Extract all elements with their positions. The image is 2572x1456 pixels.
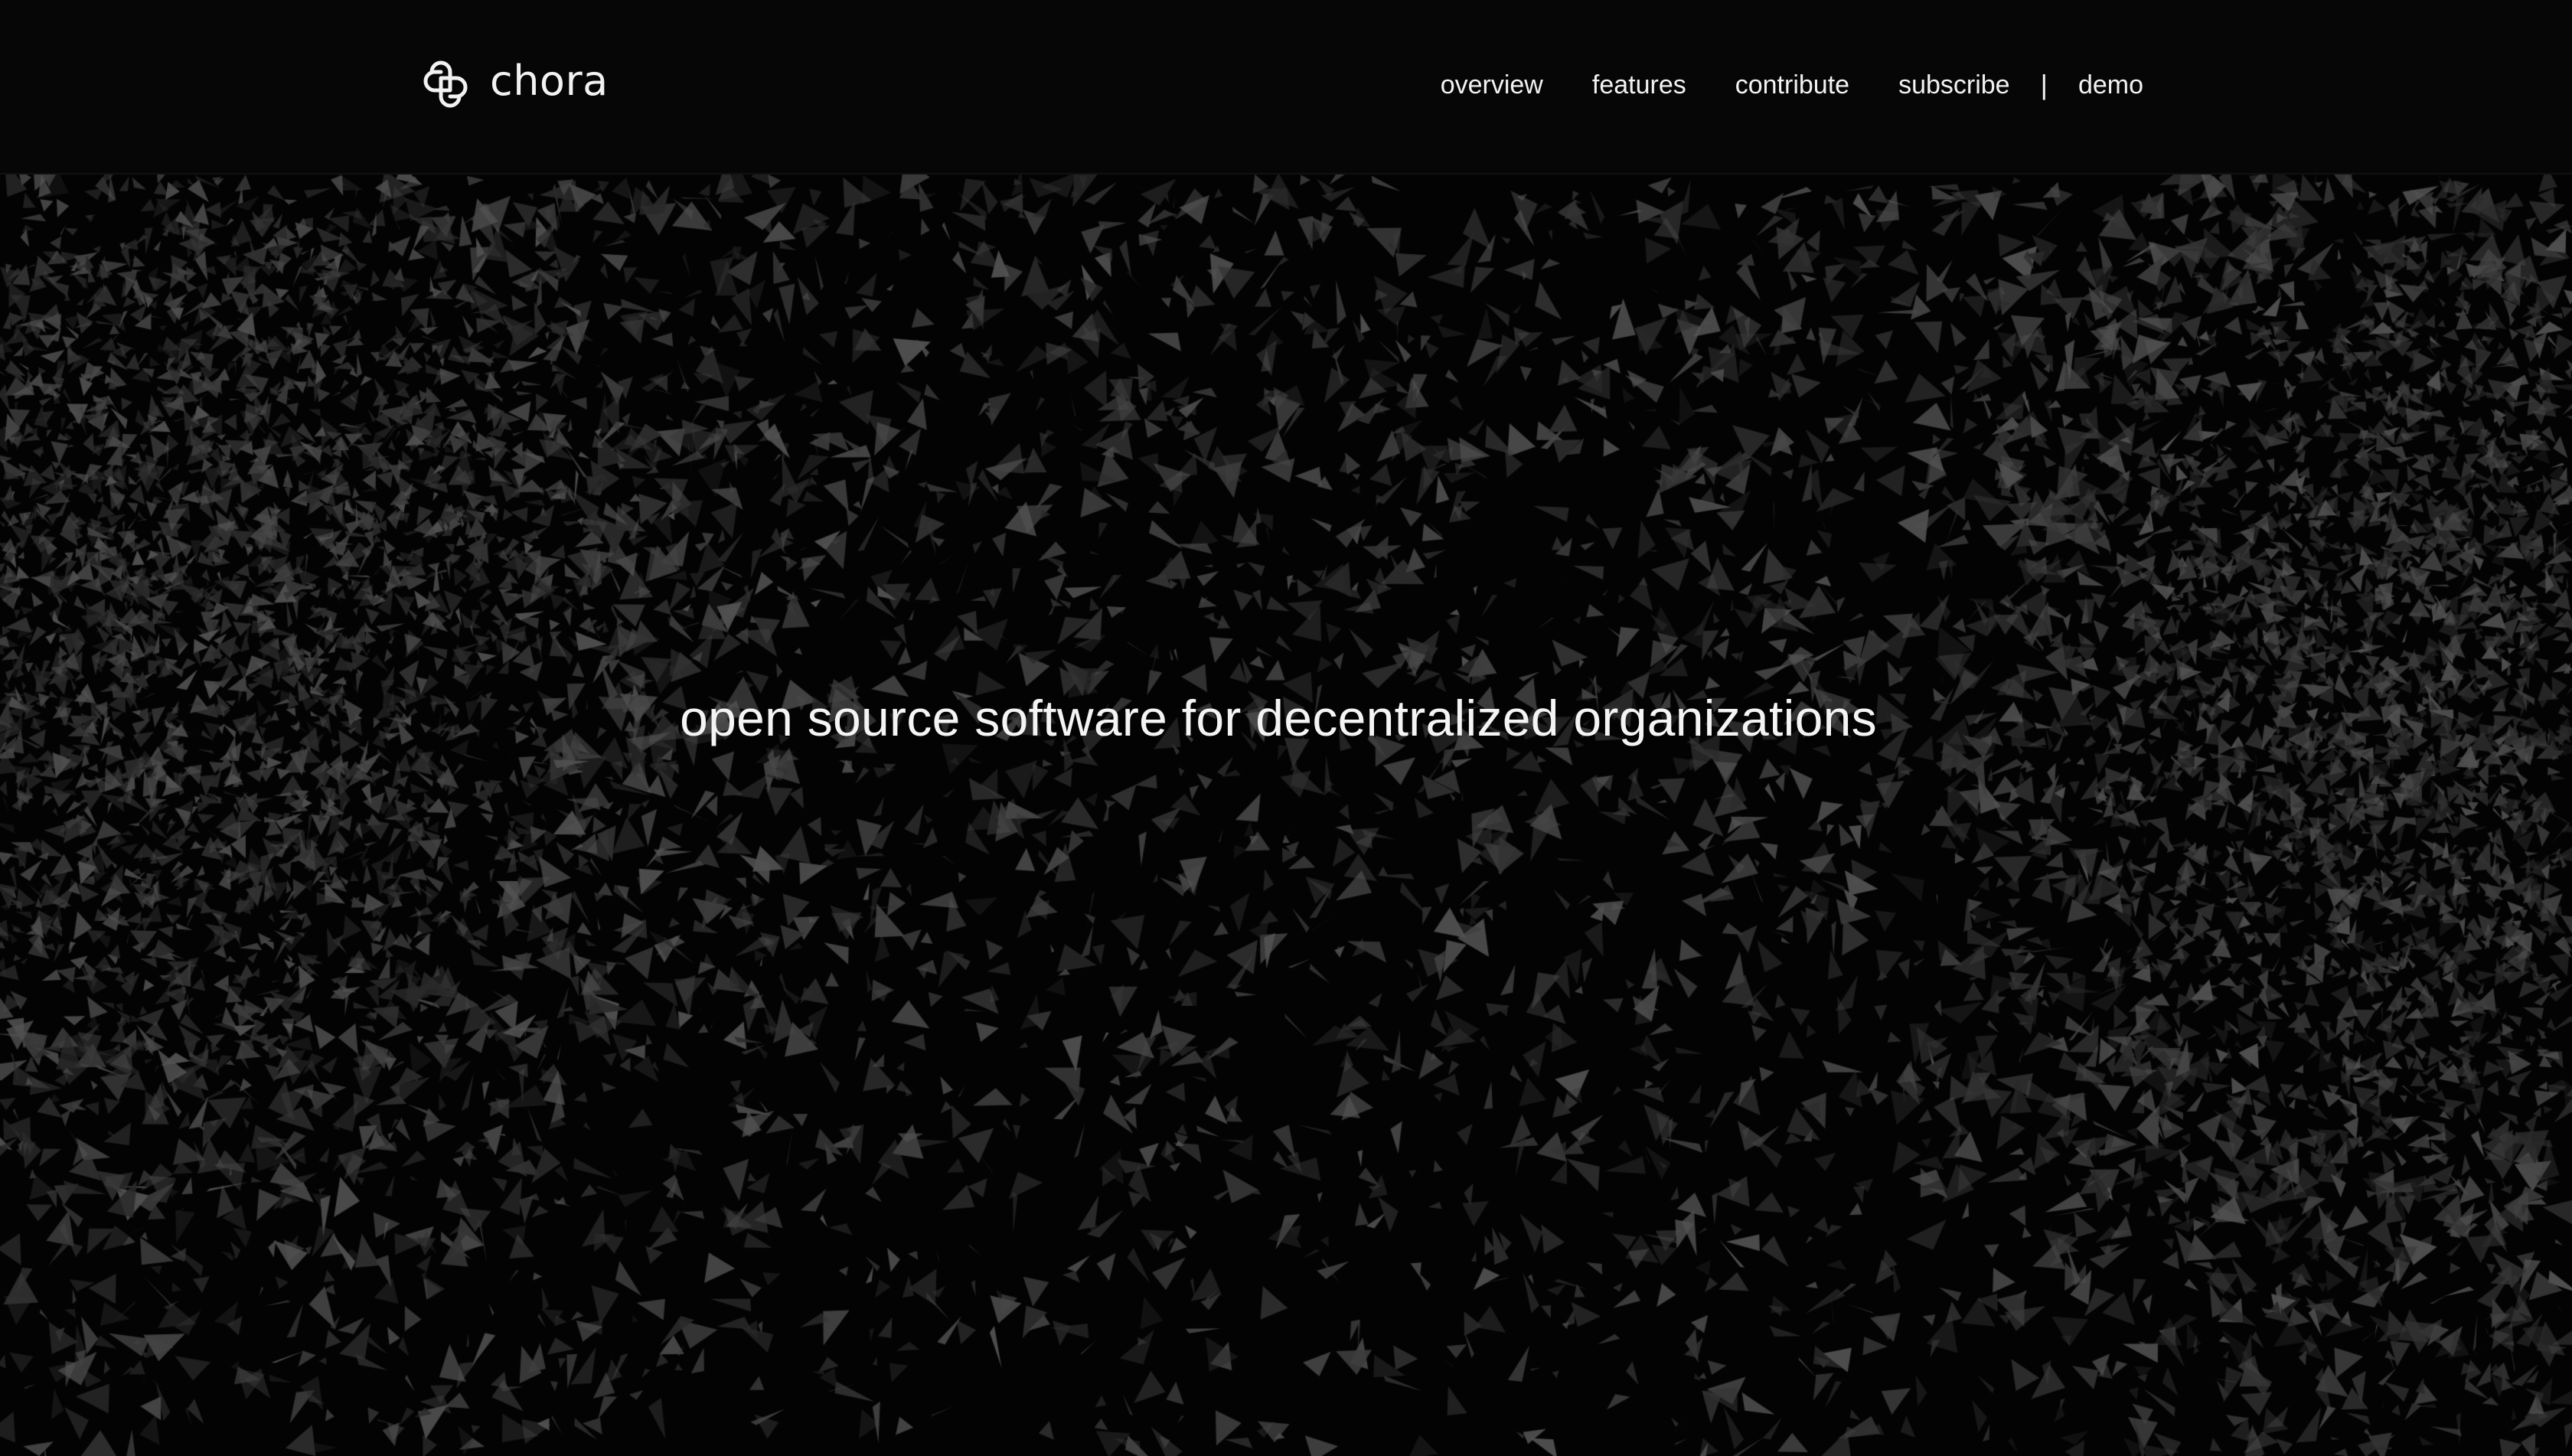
nav-link-features[interactable]: features xyxy=(1592,72,1686,98)
nav-link-overview[interactable]: overview xyxy=(1441,72,1543,98)
hero-section: open source software for decentralized o… xyxy=(0,689,2572,747)
nav-link-demo[interactable]: demo xyxy=(2078,72,2143,98)
brand-name: chora xyxy=(490,57,609,105)
main-nav: overview features contribute subscribe |… xyxy=(1441,64,2143,106)
nav-link-contribute[interactable]: contribute xyxy=(1735,72,1849,98)
nav-separator: | xyxy=(2040,69,2048,100)
hero-tagline: open source software for decentralized o… xyxy=(680,690,1877,746)
chora-logo-icon xyxy=(423,60,468,108)
site-header: chora overview features contribute subsc… xyxy=(0,0,2572,175)
logo-link[interactable]: chora xyxy=(418,54,609,115)
nav-link-subscribe[interactable]: subscribe xyxy=(1898,72,2010,98)
